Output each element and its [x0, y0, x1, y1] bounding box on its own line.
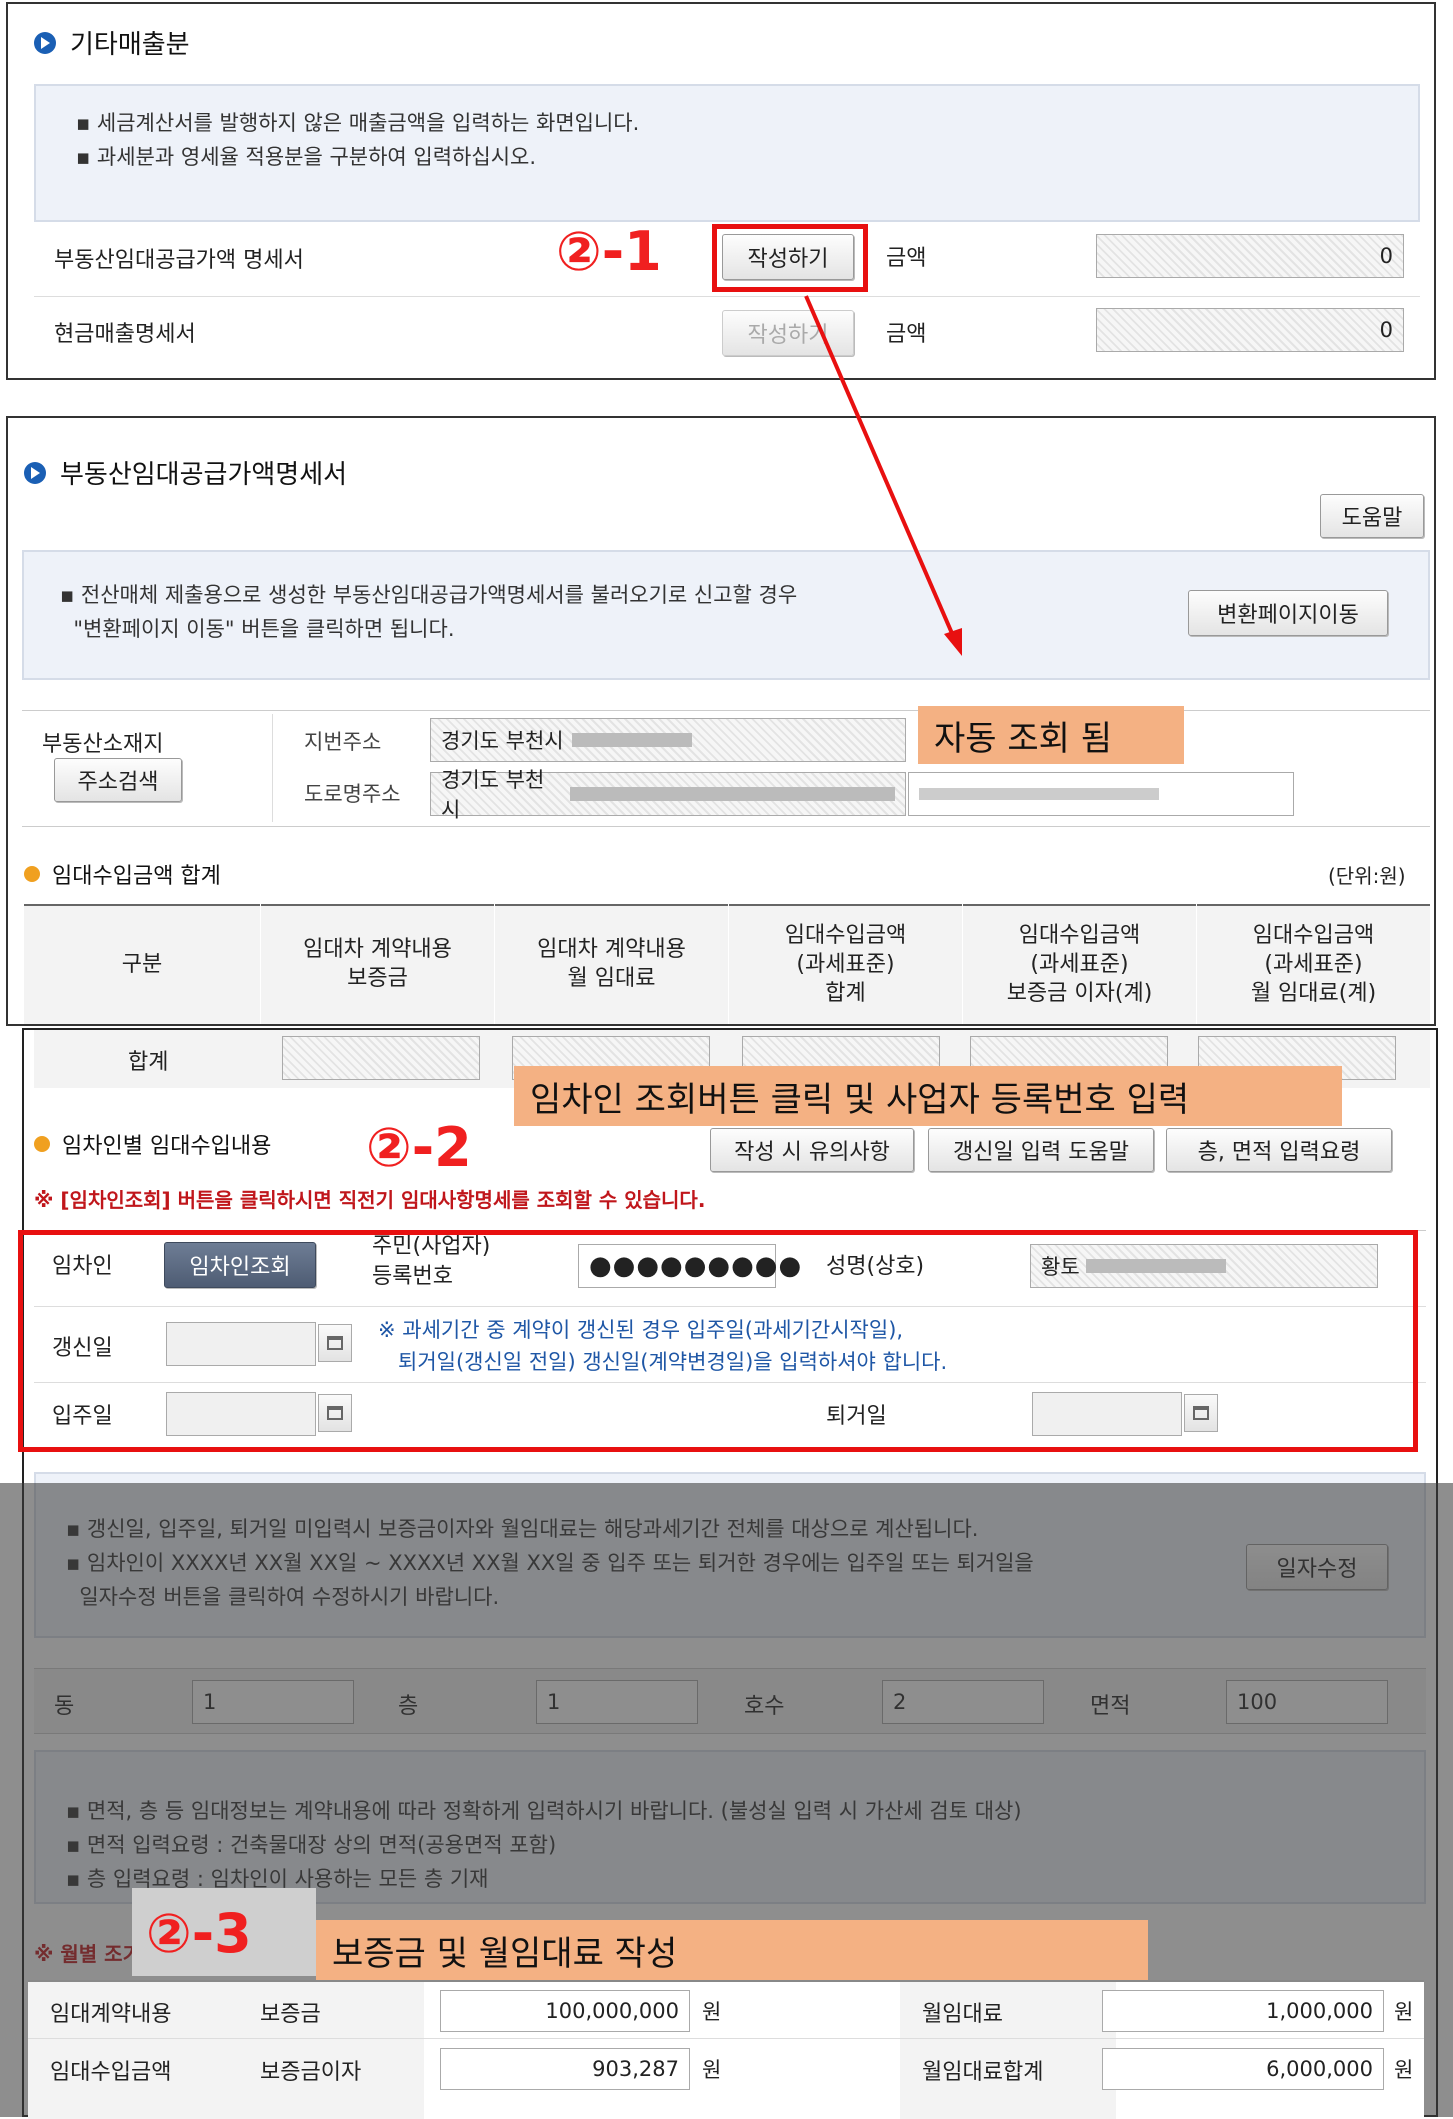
date-note: 일자수정 버튼을 클릭하여 수정하시기 바랍니다. [79, 1585, 500, 1609]
floor-field[interactable]: 1 [536, 1680, 698, 1724]
total-label: 합계 [128, 1050, 169, 1075]
auto-lookup-annotation: 자동 조회 됨 [918, 706, 1184, 764]
writing-notes-button[interactable]: 작성 시 유의사항 [710, 1128, 914, 1172]
unit-label: (단위:원) [1328, 864, 1406, 888]
area-field[interactable]: 100 [1226, 1680, 1388, 1724]
circle-bullet-icon [34, 1136, 50, 1152]
won-unit: 원 [702, 2000, 722, 2024]
dong-field[interactable]: 1 [192, 1680, 354, 1724]
red-arrow-icon [804, 295, 962, 656]
deposit-interest-field[interactable]: 903,287 [440, 2048, 690, 2090]
area-label: 면적 [1090, 1694, 1131, 1719]
col-header-deposit: 임대차 계약내용 보증금 [260, 904, 494, 1024]
date-edit-button[interactable]: 일자수정 [1246, 1544, 1388, 1590]
tenant-income-title: 임차인별 임대수입내용 [34, 1128, 271, 1160]
won-unit: 원 [1394, 2058, 1414, 2082]
area-info-box: ▪ 면적, 층 등 임대정보는 계약내용에 따라 정확하게 입력하시기 바랍니다… [34, 1750, 1426, 1904]
circle-bullet-icon [24, 866, 40, 882]
highlight-box-2-2 [18, 1230, 1418, 1452]
deposit-label: 보증금 [260, 2002, 321, 2027]
road-address-detail-field[interactable] [908, 772, 1294, 816]
won-unit: 원 [702, 2058, 722, 2082]
tenant-lookup-notice: ※ [임차인조회] 버튼을 클릭하시면 직전기 임대사항명세를 조회할 수 있습… [34, 1188, 706, 1212]
date-note: ▪ 갱신일, 입주일, 퇴거일 미입력시 보증금이자와 월임대료는 해당과세기간… [66, 1517, 979, 1541]
area-note: ▪ 면적 입력요령 : 건축물대장 상의 면적(공용면적 포함) [66, 1833, 557, 1857]
road-address-field[interactable]: 경기도 부천시 [430, 768, 906, 822]
step-marker-2-3: ②-3 [146, 1902, 252, 1965]
property-location-label: 부동산소재지 [42, 732, 164, 757]
address-search-button[interactable]: 주소검색 [54, 758, 182, 802]
won-unit: 원 [1394, 2000, 1414, 2024]
deposit-rent-annotation: 보증금 및 월임대료 작성 [316, 1920, 1148, 1980]
contract-details-label: 임대계약내용 [50, 2002, 172, 2027]
masked-address [919, 788, 1159, 800]
deposit-interest-label: 보증금이자 [260, 2060, 362, 2085]
monthly-rent-total-label: 월임대료합계 [922, 2060, 1044, 2085]
step-marker-2-2: ②-2 [366, 1116, 472, 1179]
floor-area-guide-button[interactable]: 층, 면적 입력요령 [1166, 1128, 1392, 1172]
jibun-address-label: 지번주소 [304, 730, 382, 754]
room-number-label: 호수 [744, 1694, 785, 1719]
road-address-label: 도로명주소 [304, 782, 401, 806]
floor-label: 층 [398, 1694, 419, 1719]
jibun-address-field[interactable]: 경기도 부천시 [430, 718, 906, 762]
monthly-rent-label: 월임대료 [922, 2002, 1003, 2027]
tenant-lookup-annotation: 임차인 조회버튼 클릭 및 사업자 등록번호 입력 [514, 1066, 1342, 1126]
col-header-category: 구분 [121, 951, 163, 977]
room-number-field[interactable]: 2 [882, 1680, 1044, 1724]
dong-label: 동 [54, 1694, 75, 1719]
col-header-income-total: 임대수입금액 (과세표준) 합계 [728, 904, 962, 1024]
col-header-monthly-total: 임대수입금액 (과세표준) 월 임대료(계) [1196, 904, 1430, 1024]
deposit-field[interactable]: 100,000,000 [440, 1990, 690, 2032]
col-header-monthly-rent: 임대차 계약내용 월 임대료 [494, 904, 728, 1024]
renewal-help-button[interactable]: 갱신일 입력 도움말 [928, 1128, 1154, 1172]
total-deposit-field[interactable] [282, 1036, 480, 1080]
deposit-table: 임대계약내용 보증금 100,000,000 원 월임대료 1,000,000 … [28, 1980, 1424, 2119]
monthly-rent-total-field[interactable]: 6,000,000 [1102, 2048, 1384, 2090]
masked-address [571, 733, 692, 747]
date-info-box: ▪ 갱신일, 입주일, 퇴거일 미입력시 보증금이자와 월임대료는 해당과세기간… [34, 1472, 1426, 1638]
monthly-rent-field[interactable]: 1,000,000 [1102, 1990, 1384, 2032]
rental-income-sum-title: 임대수입금액 합계 [24, 858, 221, 890]
rental-income-label: 임대수입금액 [50, 2060, 172, 2085]
masked-address [569, 787, 895, 801]
area-note: ▪ 면적, 층 등 임대정보는 계약내용에 따라 정확하게 입력하시기 바랍니다… [66, 1799, 1022, 1823]
date-note: ▪ 임차인이 XXXX년 XX월 XX일 ~ XXXX년 XX월 XX일 중 입… [66, 1551, 1034, 1575]
col-header-deposit-interest: 임대수입금액 (과세표준) 보증금 이자(계) [962, 904, 1196, 1024]
